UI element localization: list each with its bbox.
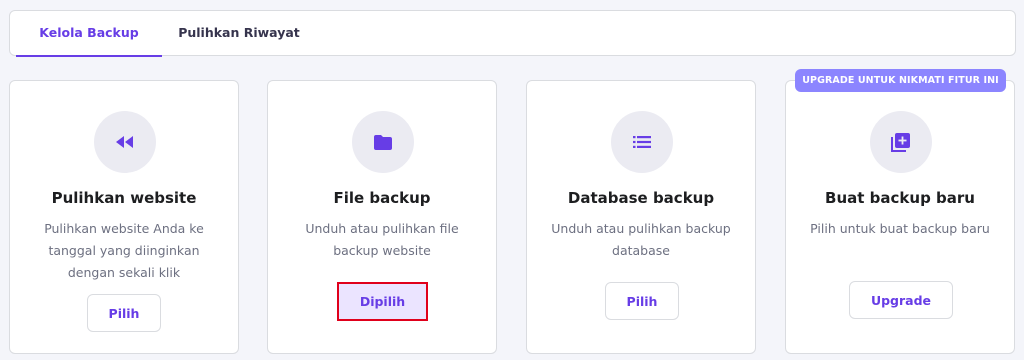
card-buat-backup-baru[interactable]: Buat backup baru Pilih untuk buat backup…: [785, 80, 1015, 354]
card-title: Buat backup baru: [825, 189, 975, 207]
card-database-backup[interactable]: Database backup Unduh atau pulihkan back…: [526, 80, 756, 354]
card-title: Database backup: [567, 189, 715, 207]
card-description: Pilih untuk buat backup baru: [810, 221, 990, 236]
tab-bar: Kelola Backup Pulihkan Riwayat: [9, 10, 1016, 57]
tab-kelola-backup[interactable]: Kelola Backup: [16, 11, 162, 57]
add-library-icon: [870, 111, 932, 173]
card-description: Unduh atau pulihkan backup database: [551, 221, 731, 258]
card-description: Unduh atau pulihkan file backup website: [305, 221, 459, 258]
tab-pulihkan-riwayat[interactable]: Pulihkan Riwayat: [162, 11, 316, 56]
upgrade-button[interactable]: Upgrade: [849, 281, 953, 319]
card-description: Pulihkan website Anda ke tanggal yang di…: [44, 221, 204, 280]
pilih-button[interactable]: Pilih: [605, 282, 679, 320]
card-title: Pulihkan website: [51, 189, 197, 207]
upgrade-ribbon: UPGRADE UNTUK NIKMATI FITUR INI: [795, 69, 1006, 92]
card-pulihkan-website[interactable]: Pulihkan website Pulihkan website Anda k…: [9, 80, 239, 354]
list-icon: [611, 111, 673, 173]
card-title: File backup: [333, 189, 431, 207]
dipilih-button[interactable]: Dipilih: [337, 282, 428, 321]
pilih-button[interactable]: Pilih: [87, 294, 161, 332]
rewind-icon: [94, 111, 156, 173]
folder-icon: [352, 111, 414, 173]
card-file-backup[interactable]: File backup Unduh atau pulihkan file bac…: [267, 80, 497, 354]
